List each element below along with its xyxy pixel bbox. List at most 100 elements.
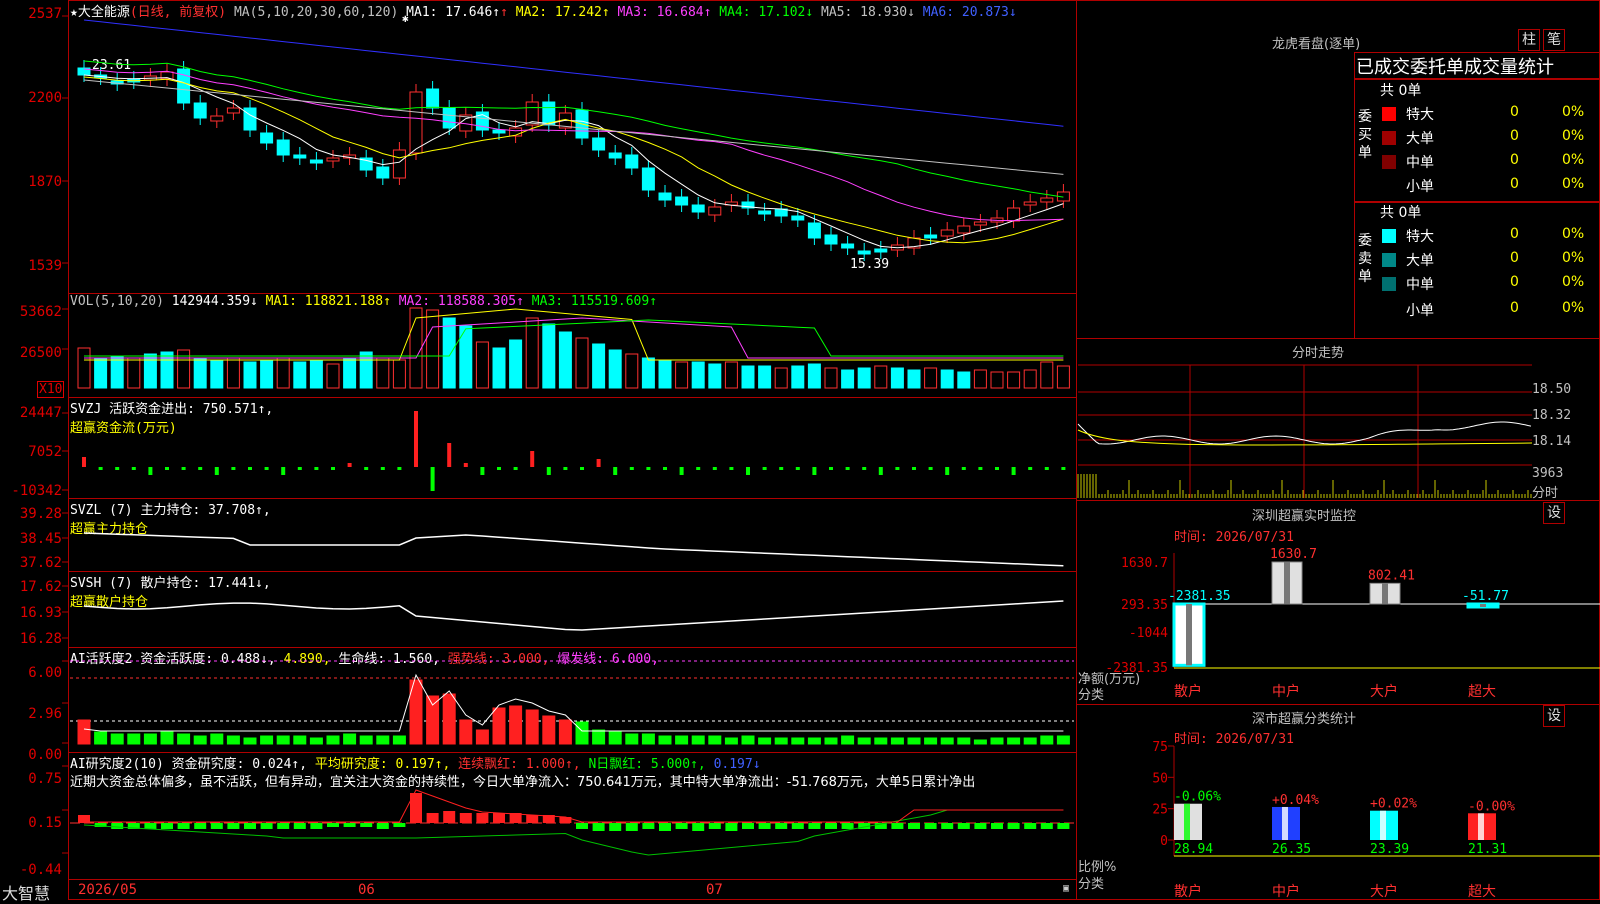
active-bar xyxy=(691,735,705,745)
research-bar xyxy=(775,823,788,829)
volume-bar xyxy=(691,361,705,389)
research-bar xyxy=(343,823,356,827)
research-bar xyxy=(194,823,207,829)
volume-bar xyxy=(741,365,755,389)
candle-body xyxy=(326,157,340,162)
volume-bar xyxy=(675,361,689,389)
svzj-bar xyxy=(314,467,319,470)
volume-bar xyxy=(1023,369,1037,389)
research-bar xyxy=(924,823,937,829)
ma3-line xyxy=(83,68,1064,222)
volume-bar xyxy=(409,307,423,389)
candle-body xyxy=(675,196,689,206)
svzj-bar xyxy=(895,467,900,470)
svzj-bar xyxy=(165,467,169,470)
research-bar xyxy=(227,823,240,829)
svzj-bar xyxy=(563,467,568,470)
research-bar xyxy=(1024,823,1037,829)
monitor-bar-shade xyxy=(1186,604,1192,666)
active-bar xyxy=(641,733,655,745)
svzj-bar xyxy=(1028,467,1033,470)
svzj-bar xyxy=(331,467,335,470)
active-bar xyxy=(558,719,572,745)
vol-ma3-line xyxy=(84,319,1064,357)
research-bar xyxy=(725,823,738,831)
svzj-bar xyxy=(613,467,618,475)
stats-y-label: 0 xyxy=(1160,834,1168,849)
active-bar xyxy=(857,737,871,745)
research-bar xyxy=(791,823,804,829)
research-bar xyxy=(144,823,157,829)
ma4-line xyxy=(83,60,1064,198)
active-bar xyxy=(824,737,838,745)
monitor-cat-label: 超大 xyxy=(1468,684,1496,700)
candle-body xyxy=(857,250,871,255)
active-bar xyxy=(1056,735,1070,745)
volume-bar xyxy=(1007,371,1021,389)
svzj-bar xyxy=(82,457,86,467)
svzj-bar xyxy=(746,467,750,475)
volume-bar xyxy=(641,357,655,389)
active-bar xyxy=(741,735,755,745)
candle-body xyxy=(226,107,240,114)
active-bar xyxy=(708,735,722,745)
stats-y-label: 25 xyxy=(1152,803,1168,818)
volume-bar xyxy=(160,351,174,389)
active-bar xyxy=(990,737,1004,745)
candle-body xyxy=(243,107,257,131)
candle-body xyxy=(260,132,274,144)
research-bar xyxy=(642,823,655,829)
volume-bar xyxy=(758,365,772,389)
active-bar xyxy=(193,735,207,745)
svzj-bar xyxy=(729,467,734,470)
monitor-bar-value: -2381.35 xyxy=(1168,589,1231,604)
active-bar xyxy=(1040,735,1054,745)
svzj-bar xyxy=(679,467,684,475)
stats-cat-label: 大户 xyxy=(1370,883,1398,900)
svzj-bar xyxy=(414,411,418,467)
svzj-bar xyxy=(762,467,767,470)
svzj-bar xyxy=(795,467,800,470)
svzj-bar xyxy=(663,467,667,470)
volume-bar xyxy=(376,357,390,389)
vol-ma1-line xyxy=(84,308,1064,361)
volume-bar xyxy=(1040,361,1054,389)
volume-bar xyxy=(841,369,855,389)
svzj-bar xyxy=(812,467,817,475)
volume-bar xyxy=(293,361,307,389)
active-bar xyxy=(359,735,373,745)
research-bar xyxy=(426,813,439,823)
research-bar xyxy=(1057,823,1070,829)
candle-body xyxy=(426,88,440,109)
active-bar xyxy=(260,735,274,745)
monitor-cat-label: 中户 xyxy=(1272,683,1300,700)
research-bar xyxy=(957,823,970,829)
candle-body xyxy=(392,149,406,179)
research-bar xyxy=(327,823,339,827)
svzj-bar xyxy=(961,467,966,470)
stats-cat-label: 散户 xyxy=(1174,883,1202,900)
research-bar xyxy=(260,823,273,829)
svzj-bar xyxy=(862,467,867,470)
candle-body xyxy=(608,152,622,159)
active-bar xyxy=(592,729,606,745)
stats-bar-value: 21.31 xyxy=(1468,842,1507,857)
volume-bar xyxy=(791,365,805,389)
volume-bar xyxy=(110,355,124,389)
research-bar xyxy=(625,823,638,831)
volume-bar xyxy=(824,367,838,389)
candle-body xyxy=(641,167,655,191)
chart-graphics xyxy=(62,15,1074,856)
svzl-line xyxy=(83,532,1064,567)
monitor-bar-value: 802.41 xyxy=(1368,568,1415,583)
svzj-bar xyxy=(148,467,153,475)
svzj-bar xyxy=(995,467,999,470)
candle-body xyxy=(309,159,323,164)
volume-bar xyxy=(77,347,91,389)
svzj-bar xyxy=(779,467,784,470)
monitor-cat-label: 散户 xyxy=(1174,683,1202,700)
svzj-bar xyxy=(248,467,252,470)
monitor-y-label: 1630.7 xyxy=(1121,556,1168,571)
sidebar-graphics: 1630.7 293.35 -1044 -2381.35 -2381.35 散户 1630.… xyxy=(1077,364,1600,900)
chart-area[interactable]: 2537 2200 1870 1539 53662 26500 X10 2444… xyxy=(0,0,1077,903)
